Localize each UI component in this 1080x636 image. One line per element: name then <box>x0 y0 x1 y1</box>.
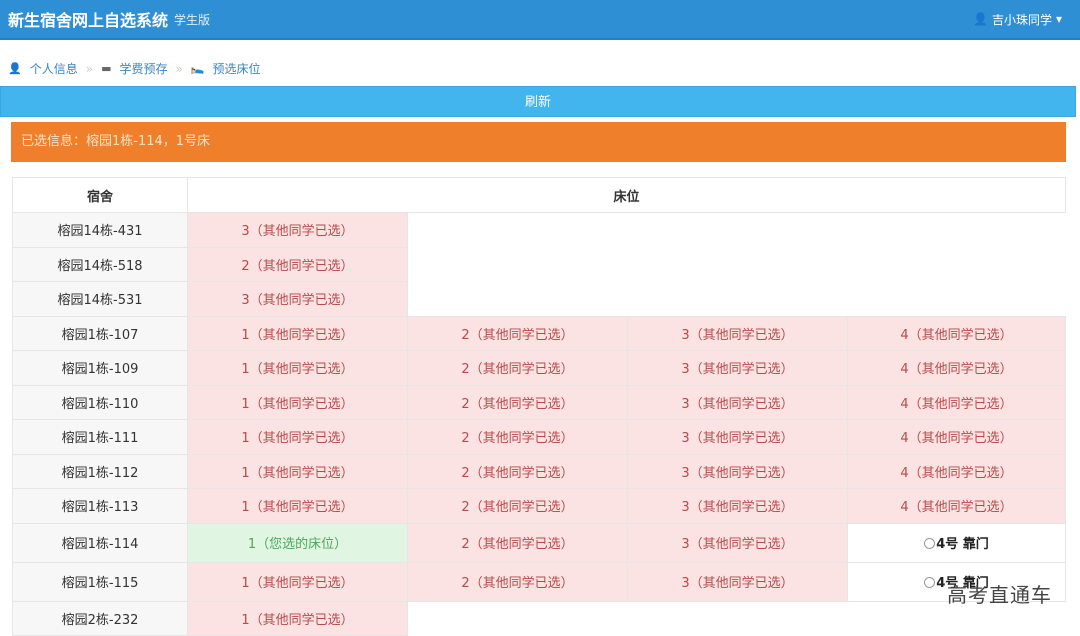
taken-bed-cell: 1（其他同学已选） <box>187 419 408 455</box>
dorm-bed-table: 宿舍 床位 榕园14栋-431 3（其他同学已选） 榕园14栋-518 2（其他同学已… <box>12 177 1066 636</box>
radio-button[interactable] <box>924 577 936 588</box>
taken-bed-cell: 1（其他同学已选） <box>187 488 408 524</box>
dorm-name: 榕园14栋-518 <box>12 246 188 282</box>
table-row: 榕园2栋-232 1（其他同学已选） <box>12 600 1066 636</box>
bed-option[interactable]: 4号 靠门 <box>847 522 1066 563</box>
taken-bed-cell: 3（其他同学已选） <box>627 561 848 602</box>
breadcrumb-separator: » <box>85 61 94 76</box>
breadcrumb-personal-info[interactable]: 个人信息 <box>30 60 78 77</box>
taken-bed-cell: 3（其他同学已选） <box>627 488 848 524</box>
breadcrumb-separator: » <box>175 61 183 76</box>
taken-bed-cell: 3（其他同学已选） <box>627 350 848 386</box>
dorm-name: 榕园1栋-115 <box>12 561 188 602</box>
column-header-bed: 床位 <box>187 177 1066 213</box>
taken-bed-cell: 2（其他同学已选） <box>407 419 628 455</box>
dorm-name: 榕园1栋-110 <box>12 384 188 420</box>
dorm-name: 榕园1栋-113 <box>12 488 188 524</box>
dorm-name: 榕园1栋-107 <box>12 315 188 351</box>
taken-bed-cell: 1（其他同学已选） <box>187 350 408 386</box>
taken-bed-cell: 3（其他同学已选） <box>627 453 848 489</box>
taken-bed-cell: 2（其他同学已选） <box>407 350 628 386</box>
taken-bed-cell: 4（其他同学已选） <box>847 453 1066 489</box>
table-row: 榕园1栋-109 1（其他同学已选） 2（其他同学已选） 3（其他同学已选） 4（其他同… <box>12 350 1066 386</box>
user-icon: 👤 <box>8 62 22 75</box>
taken-bed-cell: 2（其他同学已选） <box>407 384 628 420</box>
dorm-name: 榕园1栋-114 <box>12 522 188 563</box>
dorm-name: 榕园14栋-431 <box>12 212 188 248</box>
empty-cell <box>627 247 848 282</box>
taken-bed-cell: 2（其他同学已选） <box>407 315 628 351</box>
column-header-dorm: 宿舍 <box>12 177 188 213</box>
table-row: 榕园1栋-114 1（您选的床位） 2（其他同学已选） 3（其他同学已选） 4号 靠门 <box>12 522 1066 563</box>
dorm-name: 榕园1栋-112 <box>12 453 188 489</box>
my-bed-cell: 1（您选的床位） <box>187 522 408 563</box>
breadcrumb-tuition[interactable]: 学费预存 <box>119 60 167 77</box>
taken-bed-cell: 1（其他同学已选） <box>187 384 408 420</box>
table-row: 榕园1栋-110 1（其他同学已选） 2（其他同学已选） 3（其他同学已选） 4（其他同… <box>12 384 1066 420</box>
dorm-name: 榕园1栋-111 <box>12 419 188 455</box>
bed-icon: 🛌 <box>190 62 205 75</box>
taken-bed-cell: 3（其他同学已选） <box>187 212 408 248</box>
taken-bed-cell: 4（其他同学已选） <box>847 350 1066 386</box>
empty-cell <box>627 601 848 636</box>
table-row: 榕园1栋-107 1（其他同学已选） 2（其他同学已选） 3（其他同学已选） 4（其他同… <box>12 315 1066 351</box>
empty-cell <box>407 247 628 282</box>
taken-bed-cell: 2（其他同学已选） <box>407 522 628 563</box>
empty-cell <box>407 212 628 247</box>
taken-bed-cell: 1（其他同学已选） <box>187 600 408 636</box>
selected-info-alert: 已选信息：榕园1栋-114，1号床 <box>11 122 1066 162</box>
taken-bed-cell: 2（其他同学已选） <box>187 246 408 282</box>
taken-bed-cell: 4（其他同学已选） <box>847 488 1066 524</box>
taken-bed-cell: 1（其他同学已选） <box>187 315 408 351</box>
empty-cell <box>847 281 1066 316</box>
breadcrumb-bed-selection[interactable]: 预选床位 <box>213 60 261 77</box>
table-row: 榕园1栋-111 1（其他同学已选） 2（其他同学已选） 3（其他同学已选） 4（其他同… <box>12 419 1066 455</box>
table-row: 榕园1栋-113 1（其他同学已选） 2（其他同学已选） 3（其他同学已选） 4（其他同… <box>12 488 1066 524</box>
table-row: 榕园14栋-518 2（其他同学已选） <box>12 246 1066 282</box>
empty-cell <box>627 212 848 247</box>
user-menu[interactable]: 👤 吉小珠同学 ▾ <box>973 11 1062 28</box>
empty-cell <box>627 281 848 316</box>
taken-bed-cell: 1（其他同学已选） <box>187 561 408 602</box>
caret-down-icon: ▾ <box>1055 12 1062 26</box>
taken-bed-cell: 2（其他同学已选） <box>407 453 628 489</box>
taken-bed-cell: 2（其他同学已选） <box>407 488 628 524</box>
radio-button[interactable] <box>924 538 936 549</box>
top-navbar: 新生宿舍网上自选系统 学生版 👤 吉小珠同学 ▾ <box>0 0 1080 40</box>
dorm-name: 榕园14栋-531 <box>12 281 188 317</box>
taken-bed-cell: 3（其他同学已选） <box>627 315 848 351</box>
watermark: 高考直通车 <box>947 583 1052 607</box>
empty-cell <box>407 601 628 636</box>
app-subtitle: 学生版 <box>174 12 211 27</box>
table-row: 榕园1栋-115 1（其他同学已选） 2（其他同学已选） 3（其他同学已选） 4号 靠门 <box>12 561 1066 602</box>
taken-bed-cell: 3（其他同学已选） <box>187 281 408 317</box>
table-row: 榕园14栋-531 3（其他同学已选） <box>12 281 1066 317</box>
dorm-name: 榕园2栋-232 <box>12 600 188 636</box>
empty-cell <box>847 212 1066 247</box>
breadcrumb: 👤 个人信息 » ▬ 学费预存 » 🛌 预选床位 <box>8 60 261 77</box>
app-title: 新生宿舍网上自选系统 <box>8 11 169 30</box>
refresh-button[interactable]: 刷新 <box>0 86 1076 117</box>
user-name: 吉小珠同学 <box>991 12 1052 27</box>
empty-cell <box>407 281 628 316</box>
taken-bed-cell: 3（其他同学已选） <box>627 522 848 563</box>
taken-bed-cell: 3（其他同学已选） <box>627 384 848 420</box>
taken-bed-cell: 2（其他同学已选） <box>407 561 628 602</box>
bed-label: 4号 靠门 <box>936 537 989 552</box>
dorm-name: 榕园1栋-109 <box>12 350 188 386</box>
user-icon: 👤 <box>973 12 988 26</box>
taken-bed-cell: 4（其他同学已选） <box>847 384 1066 420</box>
taken-bed-cell: 3（其他同学已选） <box>627 419 848 455</box>
table-row: 榕园14栋-431 3（其他同学已选） <box>12 212 1066 248</box>
taken-bed-cell: 4（其他同学已选） <box>847 419 1066 455</box>
taken-bed-cell: 1（其他同学已选） <box>187 453 408 489</box>
empty-cell <box>847 247 1066 282</box>
visa-card-icon: ▬ <box>101 62 112 75</box>
table-row: 榕园1栋-112 1（其他同学已选） 2（其他同学已选） 3（其他同学已选） 4（其他同… <box>12 453 1066 489</box>
taken-bed-cell: 4（其他同学已选） <box>847 315 1066 351</box>
